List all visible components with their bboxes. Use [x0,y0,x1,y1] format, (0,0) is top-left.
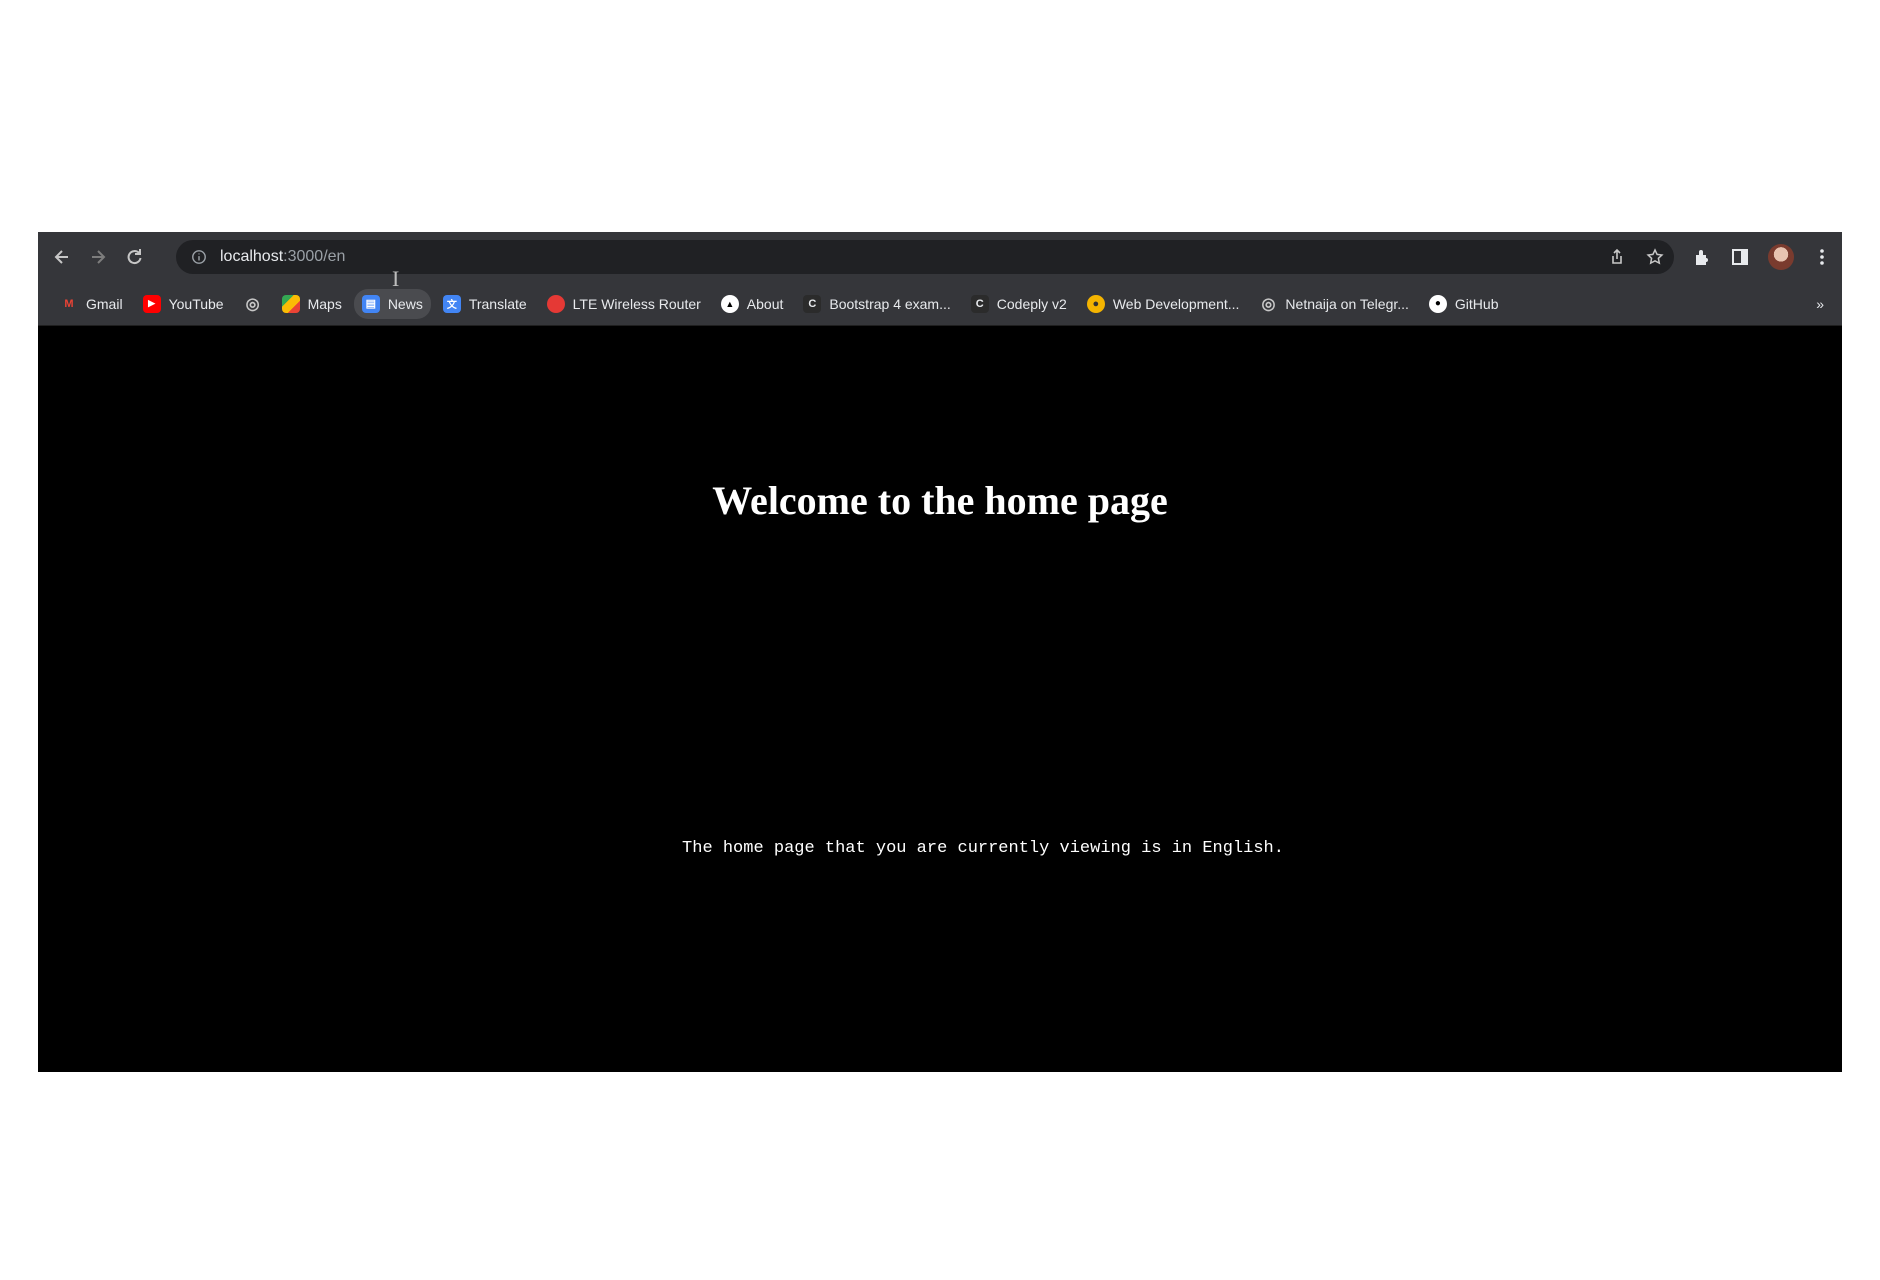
browser-toolbar: localhost:3000/en [38,232,1842,282]
bookmark-label: Bootstrap 4 exam... [829,295,951,312]
bookmarks-bar: M Gmail ▶ YouTube ◎ Maps ▤ News 文 Translate … [38,282,1842,326]
arrow-right-icon [92,250,106,264]
language-note: The home page that you are currently vie… [682,839,1284,858]
bookmark-label: Translate [468,295,527,312]
webdev-icon: ● [1086,294,1105,313]
share-icon[interactable] [1608,248,1626,266]
bookmark-globe[interactable]: ◎ [236,289,270,319]
more-vert-icon[interactable] [1812,247,1832,267]
bookmark-github[interactable]: ● GitHub [1421,289,1507,319]
url-path: :3000/en [283,248,346,265]
star-icon[interactable] [1646,248,1664,266]
globe-icon: ◎ [245,295,260,313]
globe-icon: ◎ [1261,295,1276,313]
page-heading: Welcome to the home page [712,478,1168,523]
forward-button[interactable] [80,239,116,275]
extensions-icon[interactable] [1692,247,1712,267]
bookmark-lte-router[interactable]: LTE Wireless Router [539,289,709,319]
bookmark-label: Codeply v2 [996,295,1067,312]
text-cursor-icon: I [392,266,400,291]
router-icon [546,294,565,313]
bookmark-youtube[interactable]: ▶ YouTube [135,289,232,319]
bookmarks-overflow-button[interactable]: » [1816,282,1824,326]
profile-avatar[interactable] [1768,244,1794,270]
bookmark-codeply[interactable]: C Codeply v2 [963,289,1075,319]
bookmark-label: Web Development... [1112,295,1240,312]
bookmark-label: Gmail [86,295,123,312]
bookmark-label: YouTube [168,295,224,312]
bookmark-label: GitHub [1454,295,1499,312]
bookmark-maps[interactable]: Maps [274,289,350,319]
reload-icon [127,249,142,265]
about-icon: ▲ [720,294,739,313]
site-info-icon[interactable] [190,248,208,266]
maps-icon [281,294,300,313]
bookmark-translate[interactable]: 文 Translate [435,289,535,319]
back-button[interactable] [44,239,80,275]
bookmark-news[interactable]: ▤ News [353,288,431,319]
omnibox-actions [1608,240,1664,274]
news-icon: ▤ [361,294,380,313]
bookmark-label: Maps [307,295,342,312]
github-icon: ● [1428,294,1447,313]
reload-button[interactable] [116,239,152,275]
bookmark-label: About [746,295,784,312]
codeply-icon: C [803,294,822,313]
bookmark-netnaija[interactable]: ◎ Netnaija on Telegr... [1251,289,1417,319]
youtube-icon: ▶ [142,294,161,313]
bookmark-gmail[interactable]: M Gmail [52,289,131,319]
bookmark-bootstrap[interactable]: C Bootstrap 4 exam... [795,289,958,319]
page-content: Welcome to the home page The home page t… [38,327,1842,1072]
url-text[interactable]: localhost:3000/en [220,248,345,266]
url-host: localhost [220,248,284,265]
browser-window: localhost:3000/en M Gmail ▶ YouTube ◎ Maps… [38,232,1842,1072]
bookmark-label: Netnaija on Telegr... [1285,295,1409,312]
bookmark-about[interactable]: ▲ About [713,289,792,319]
gmail-icon: M [64,297,74,310]
codeply-icon: C [970,294,989,313]
bookmark-web-development[interactable]: ● Web Development... [1079,289,1248,319]
translate-icon: 文 [442,294,461,313]
bookmark-label: News [387,295,423,312]
side-panel-icon[interactable] [1730,247,1750,267]
bookmark-label: LTE Wireless Router [572,295,701,312]
arrow-left-icon [54,250,68,264]
toolbar-actions [1692,232,1832,282]
